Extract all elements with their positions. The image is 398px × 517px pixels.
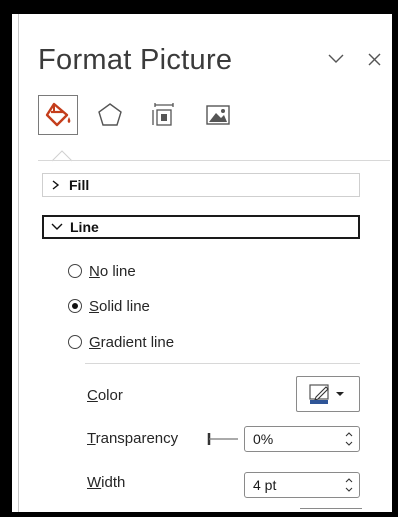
width-spinner[interactable] [244, 472, 360, 498]
picture-icon [206, 105, 230, 125]
section-fill-header[interactable]: Fill [42, 173, 360, 197]
close-pane-button[interactable] [363, 48, 385, 70]
transparency-input[interactable] [253, 431, 333, 447]
radio-gradient-line-label: Gradient line [89, 333, 175, 351]
radio-no-line-label: No line [89, 262, 136, 280]
size-properties-icon [152, 103, 174, 126]
radio-solid-line[interactable]: Solid line [68, 295, 150, 317]
width-input[interactable] [253, 477, 333, 493]
pane-border [18, 14, 19, 512]
compound-type-button[interactable] [300, 508, 362, 513]
radio-button[interactable] [68, 335, 82, 349]
tab-size-properties[interactable] [144, 95, 184, 135]
pane-title: Format Picture [38, 44, 233, 76]
spinner-arrows-icon[interactable] [344, 430, 354, 448]
transparency-slider[interactable] [206, 430, 238, 448]
tab-fill-line[interactable] [38, 95, 78, 135]
options-divider [85, 363, 360, 364]
transparency-label: Transparency [87, 430, 179, 447]
tab-picture[interactable] [198, 95, 238, 135]
chevron-down-icon [328, 54, 344, 63]
window-frame-left [0, 0, 12, 517]
task-pane-options-button[interactable] [325, 48, 347, 70]
section-line-header[interactable]: Line [42, 215, 360, 239]
tab-divider [38, 160, 390, 161]
paint-bucket-icon [45, 102, 71, 127]
radio-button-checked[interactable] [68, 299, 82, 313]
radio-solid-line-label: Solid line [89, 297, 150, 315]
width-label: Width [87, 474, 126, 491]
section-fill-label: Fill [69, 177, 90, 193]
radio-button[interactable] [68, 264, 82, 278]
spinner-arrows-icon[interactable] [344, 476, 354, 494]
outline-color-button[interactable] [296, 376, 360, 412]
section-line-label: Line [70, 219, 99, 235]
radio-gradient-line[interactable]: Gradient line [68, 331, 174, 353]
window-frame-right [392, 0, 398, 517]
pentagon-icon [98, 103, 122, 126]
window-frame-top [0, 0, 398, 14]
tab-effects[interactable] [90, 95, 130, 135]
close-icon [368, 53, 380, 65]
transparency-spinner[interactable] [244, 426, 360, 452]
color-label: Color [87, 387, 123, 404]
chevron-down-icon [50, 220, 64, 234]
chevron-right-icon [49, 178, 63, 192]
pen-color-icon [309, 384, 344, 404]
radio-no-line[interactable]: No line [68, 260, 136, 282]
